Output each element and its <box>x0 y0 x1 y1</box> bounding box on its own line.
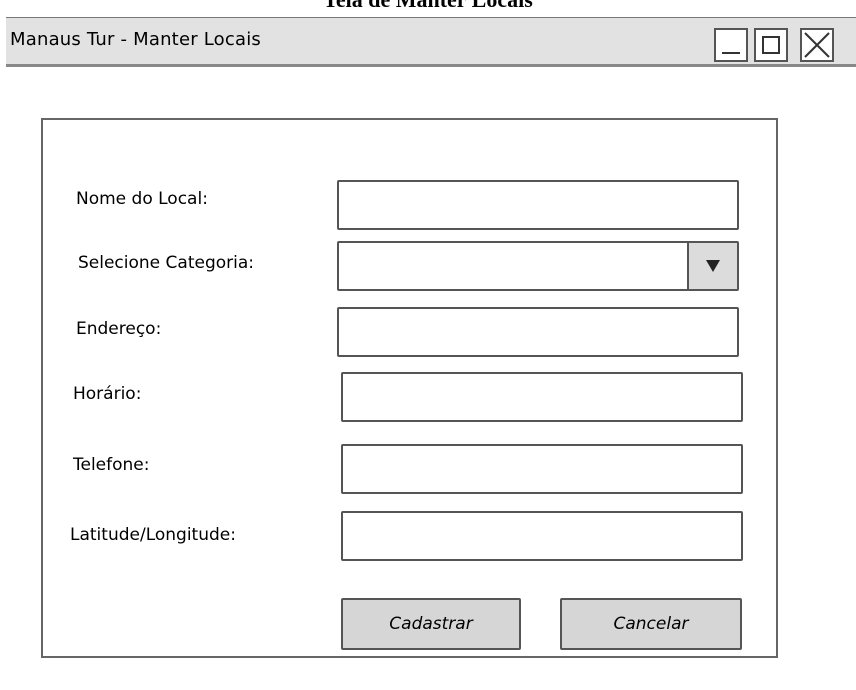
categoria-select[interactable] <box>337 241 739 291</box>
window-titlebar: Manaus Tur - Manter Locais <box>6 17 856 67</box>
form-panel: Nome do Local: Selecione Categoria: Ende… <box>41 118 778 658</box>
label-telefone: Telefone: <box>73 455 150 475</box>
document-caption: Tela de Manter Locais <box>0 0 856 12</box>
window-title: Manaus Tur - Manter Locais <box>10 29 261 50</box>
minimize-icon <box>722 52 740 54</box>
label-endereco: Endereço: <box>76 319 162 339</box>
cadastrar-button[interactable]: Cadastrar <box>341 598 521 650</box>
close-icon <box>804 32 830 58</box>
endereco-input[interactable] <box>337 307 739 357</box>
minimize-button[interactable] <box>714 28 748 62</box>
label-nome-do-local: Nome do Local: <box>76 189 208 209</box>
maximize-button[interactable] <box>754 28 788 62</box>
dropdown-toggle[interactable] <box>687 243 737 289</box>
close-button[interactable] <box>800 28 834 62</box>
telefone-input[interactable] <box>341 444 743 494</box>
label-latitude-longitude: Latitude/Longitude: <box>70 525 236 545</box>
triangle-down-icon <box>706 260 720 272</box>
cancelar-button[interactable]: Cancelar <box>560 598 742 650</box>
maximize-icon <box>762 36 780 54</box>
nome-do-local-input[interactable] <box>337 180 739 230</box>
latitude-longitude-input[interactable] <box>341 511 743 561</box>
label-horario: Horário: <box>73 384 142 404</box>
horario-input[interactable] <box>341 372 743 422</box>
label-selecione-categoria: Selecione Categoria: <box>78 253 255 273</box>
